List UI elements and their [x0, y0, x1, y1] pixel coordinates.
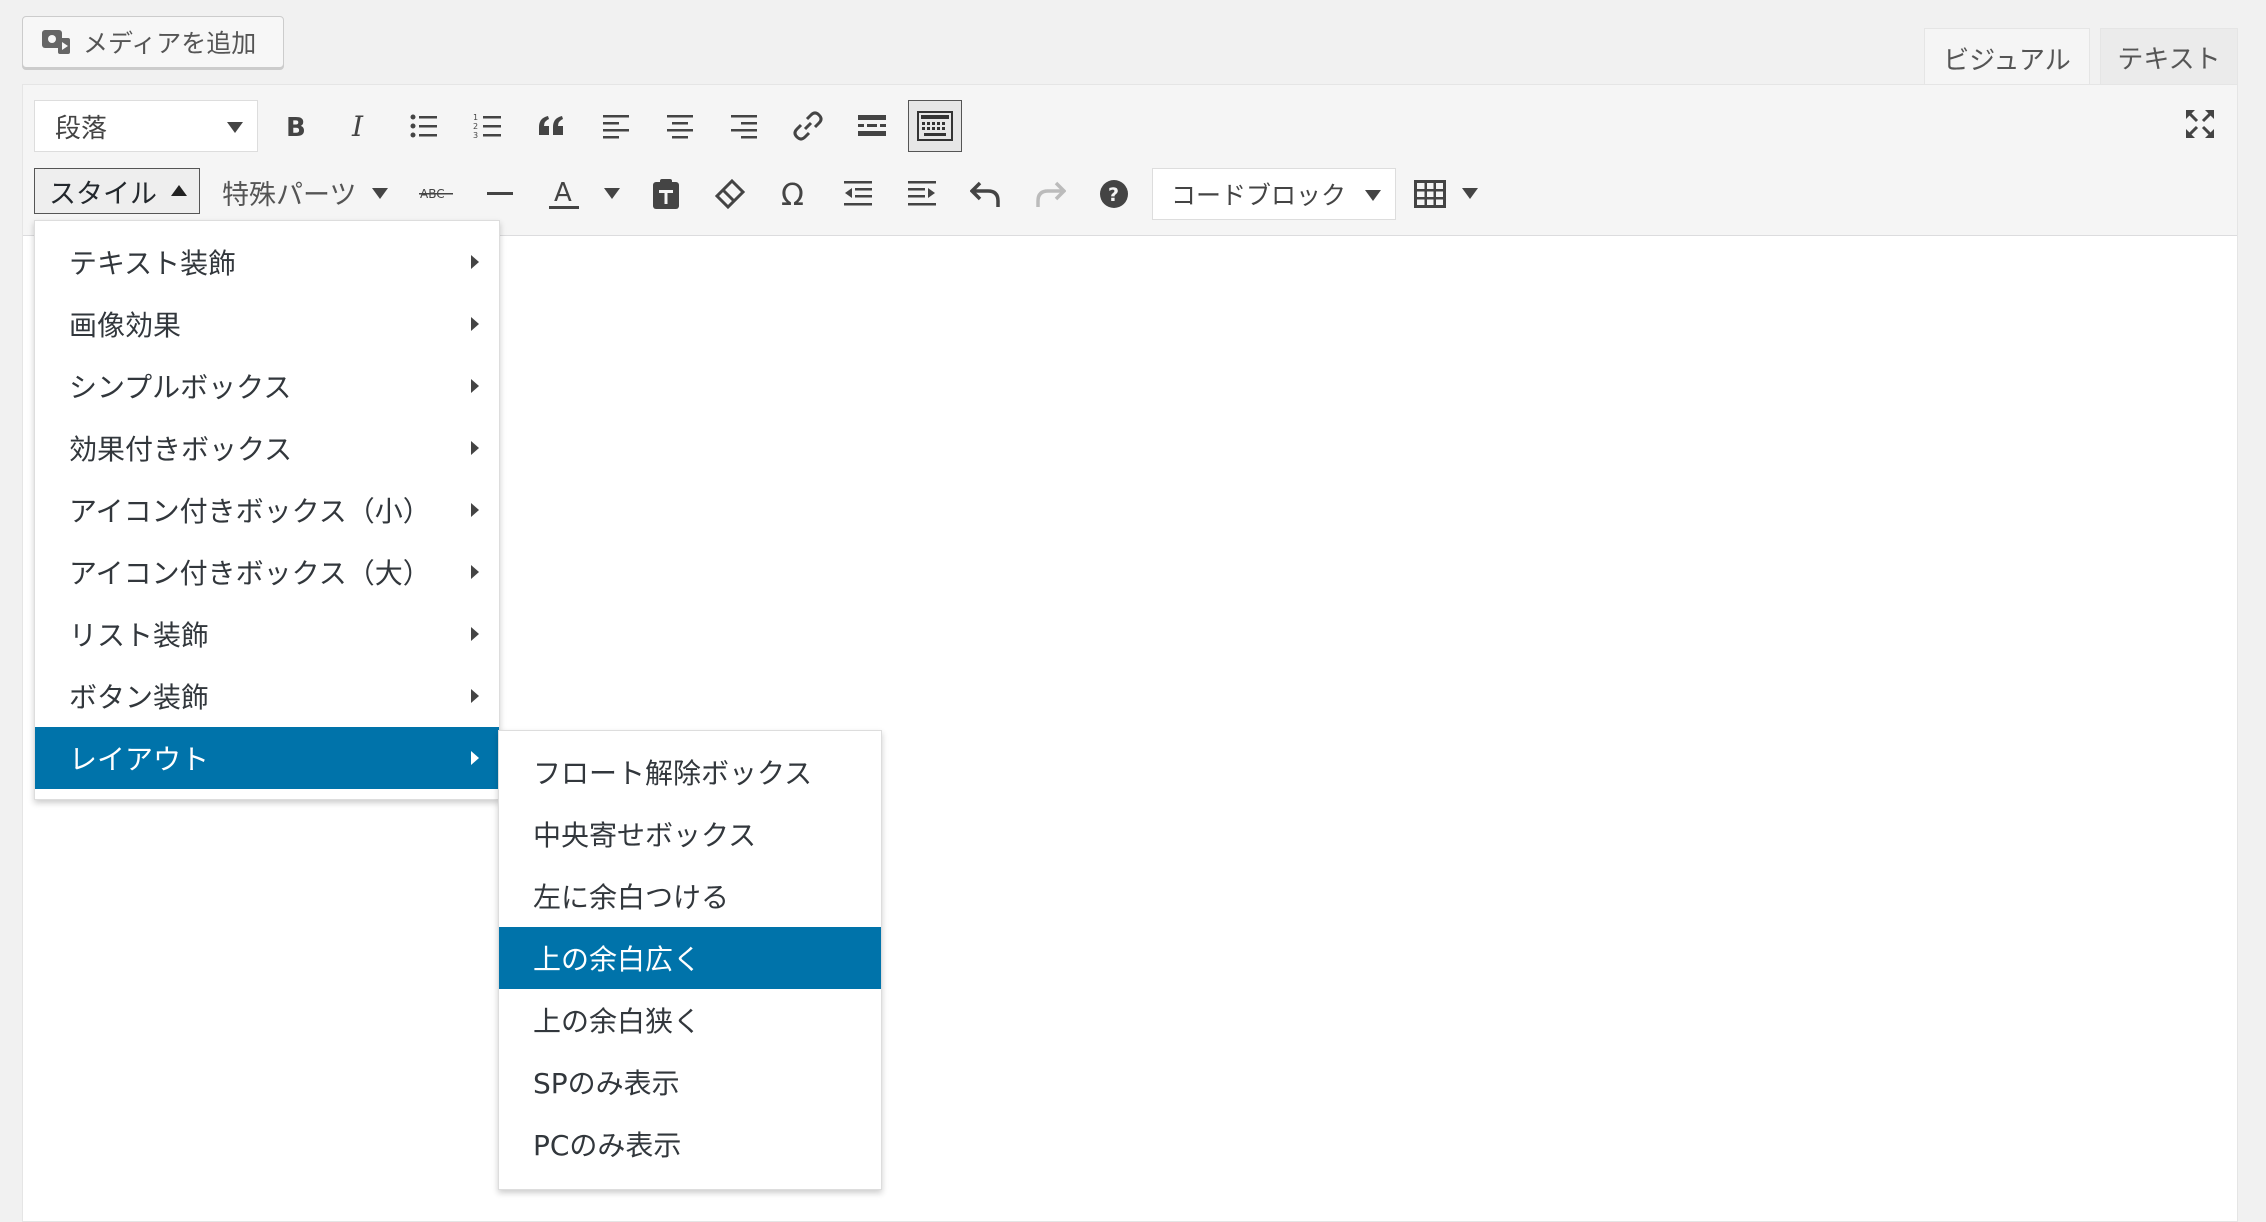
submenu-item[interactable]: SPのみ表示 [499, 1051, 881, 1113]
format-select-value: 段落 [55, 113, 108, 144]
format-select[interactable]: 段落 [34, 100, 258, 152]
special-parts-label: 特殊パーツ [222, 179, 357, 211]
undo-icon[interactable] [962, 170, 1010, 218]
style-menu-item-layout[interactable]: レイアウト [35, 727, 499, 789]
menu-item-label: 上の余白広く [533, 943, 702, 976]
menu-item-label: 左に余白つける [533, 881, 730, 914]
menu-item-label: リスト装飾 [69, 619, 210, 652]
help-icon[interactable]: ? [1090, 170, 1138, 218]
submenu-item[interactable]: フロート解除ボックス [499, 741, 881, 803]
svg-text:I: I [351, 112, 364, 140]
submenu-item-highlighted[interactable]: 上の余白広く [499, 927, 881, 989]
style-button-label: スタイル [49, 178, 157, 210]
menu-item-label: 効果付きボックス [69, 433, 293, 466]
toolbar-toggle-icon[interactable] [908, 100, 962, 152]
svg-text:B: B [286, 113, 306, 140]
style-menu-item[interactable]: 画像効果 [35, 293, 499, 355]
numbered-list-icon[interactable]: 123 [464, 102, 512, 150]
svg-text:Ω: Ω [781, 179, 804, 209]
chevron-right-icon [471, 503, 479, 517]
fullscreen-icon[interactable] [2176, 100, 2224, 148]
menu-item-label: シンプルボックス [69, 371, 292, 404]
menu-item-label: アイコン付きボックス（小） [69, 495, 431, 528]
svg-text:?: ? [1108, 184, 1119, 206]
chevron-right-icon [471, 627, 479, 641]
chevron-right-icon [471, 689, 479, 703]
svg-text:1: 1 [473, 113, 478, 122]
strikethrough-icon[interactable]: ABC [412, 170, 460, 218]
menu-item-label: SPのみ表示 [533, 1067, 680, 1100]
style-menu-item[interactable]: アイコン付きボックス（大） [35, 541, 499, 603]
italic-icon[interactable]: I [336, 102, 384, 150]
table-icon[interactable] [1406, 170, 1454, 218]
menu-item-label: テキスト装飾 [69, 247, 237, 280]
svg-text:A: A [554, 178, 572, 208]
link-icon[interactable] [784, 102, 832, 150]
tab-text[interactable]: テキスト [2100, 28, 2238, 86]
menu-item-label: アイコン付きボックス（大） [69, 557, 431, 590]
chevron-right-icon [471, 379, 479, 393]
special-parts-dropdown[interactable]: 特殊パーツ [222, 170, 388, 214]
tab-visual[interactable]: ビジュアル [1924, 28, 2090, 88]
outdent-icon[interactable] [834, 170, 882, 218]
text-color-icon[interactable]: A [540, 170, 588, 218]
menu-item-label: 画像効果 [69, 309, 182, 342]
menu-item-label: ボタン装飾 [69, 681, 210, 714]
read-more-icon[interactable] [848, 102, 896, 150]
menu-item-label: レイアウト [69, 743, 210, 776]
style-menu-item[interactable]: リスト装飾 [35, 603, 499, 665]
menu-item-label: 上の余白狭く [533, 1005, 702, 1038]
style-menu-item[interactable]: 効果付きボックス [35, 417, 499, 479]
submenu-item[interactable]: 上の余白狭く [499, 989, 881, 1051]
menu-item-label: 中央寄せボックス [533, 819, 757, 852]
chevron-down-icon [227, 122, 243, 133]
menu-item-label: PCのみ表示 [533, 1129, 682, 1162]
submenu-item[interactable]: 左に余白つける [499, 865, 881, 927]
style-menu-item[interactable]: ボタン装飾 [35, 665, 499, 727]
submenu-item[interactable]: 中央寄せボックス [499, 803, 881, 865]
svg-text:2: 2 [473, 122, 478, 131]
code-block-select[interactable]: コードブロック [1152, 168, 1396, 220]
chevron-right-icon [471, 441, 479, 455]
chevron-right-icon [471, 565, 479, 579]
clear-formatting-icon[interactable] [706, 170, 754, 218]
media-icon [39, 25, 73, 59]
style-menu-item[interactable]: シンプルボックス [35, 355, 499, 417]
submenu-item[interactable]: PCのみ表示 [499, 1113, 881, 1175]
redo-icon[interactable] [1026, 170, 1074, 218]
style-menu-item[interactable]: アイコン付きボックス（小） [35, 479, 499, 541]
text-color-dropdown-icon[interactable] [604, 188, 620, 199]
svg-text:3: 3 [473, 131, 478, 140]
align-right-icon[interactable] [720, 102, 768, 150]
chevron-right-icon [471, 255, 479, 269]
layout-submenu: フロート解除ボックス 中央寄せボックス 左に余白つける 上の余白広く 上の余白狭… [498, 730, 882, 1190]
chevron-down-icon [372, 188, 388, 199]
style-dropdown-button[interactable]: スタイル [34, 168, 200, 214]
add-media-button[interactable]: メディアを追加 [22, 16, 284, 68]
horizontal-rule-icon[interactable] [476, 170, 524, 218]
table-dropdown-icon[interactable] [1462, 188, 1478, 199]
add-media-label: メディアを追加 [83, 29, 257, 58]
align-left-icon[interactable] [592, 102, 640, 150]
style-menu: テキスト装飾 画像効果 シンプルボックス 効果付きボックス アイコン付きボックス… [34, 220, 500, 800]
code-block-value: コードブロック [1171, 181, 1347, 210]
paste-as-text-icon[interactable] [642, 170, 690, 218]
chevron-right-icon [471, 317, 479, 331]
chevron-down-icon [1365, 190, 1381, 201]
style-menu-item[interactable]: テキスト装飾 [35, 231, 499, 293]
bold-icon[interactable]: B [272, 102, 320, 150]
align-center-icon[interactable] [656, 102, 704, 150]
menu-item-label: フロート解除ボックス [533, 757, 813, 790]
chevron-up-icon [171, 185, 187, 196]
indent-icon[interactable] [898, 170, 946, 218]
bullet-list-icon[interactable] [400, 102, 448, 150]
special-character-icon[interactable]: Ω [770, 170, 818, 218]
blockquote-icon[interactable] [528, 102, 576, 150]
chevron-right-icon [471, 751, 479, 765]
